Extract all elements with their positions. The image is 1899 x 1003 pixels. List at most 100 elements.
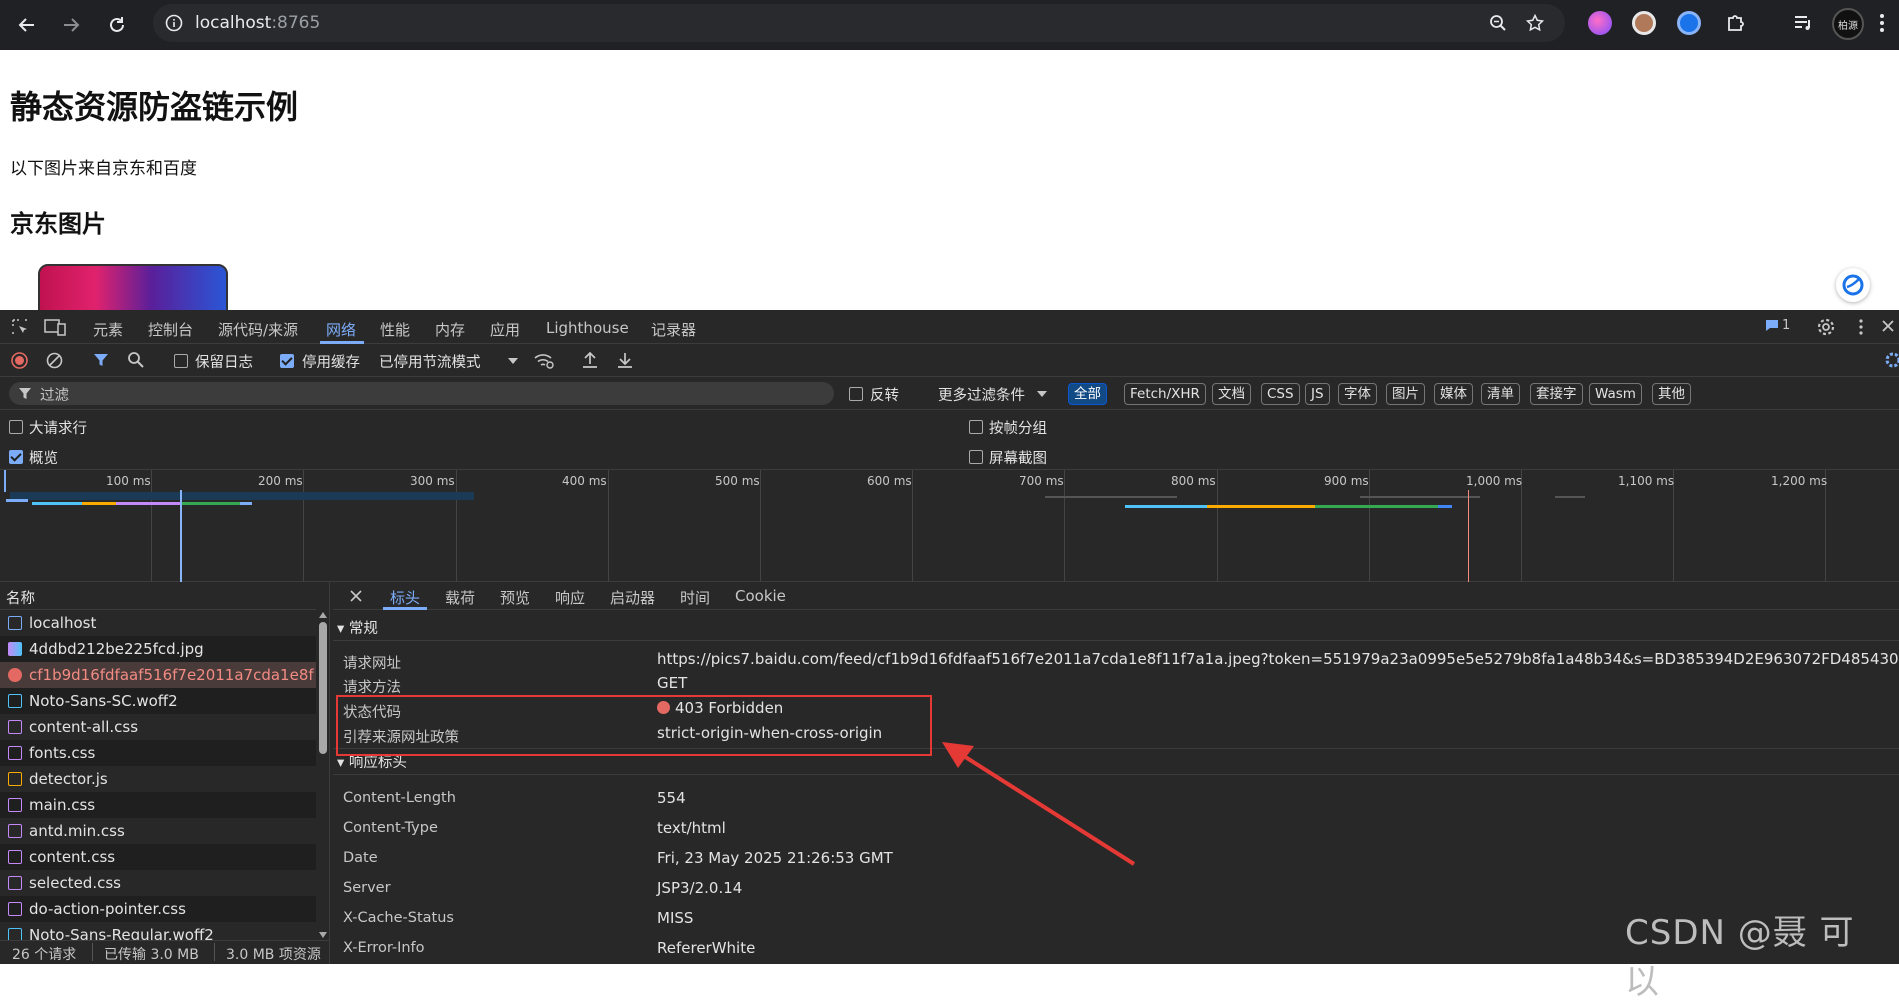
tab-memory[interactable]: 内存 <box>435 319 465 340</box>
forward-button[interactable] <box>56 10 86 40</box>
extension-globe-icon[interactable] <box>1677 11 1701 35</box>
request-list-scrollbar[interactable] <box>318 610 328 940</box>
overview-checkbox[interactable] <box>9 450 23 464</box>
network-conditions-icon[interactable] <box>533 352 555 370</box>
inspect-element-icon[interactable] <box>11 318 29 336</box>
arrow-left-icon <box>18 18 34 32</box>
request-row-error[interactable]: cf1b9d16fdfaaf516f7e2011a7cda1e8f... <box>0 662 316 688</box>
floating-assistant-button[interactable] <box>1836 268 1870 302</box>
back-button[interactable] <box>12 10 42 40</box>
chip-img[interactable]: 图片 <box>1386 383 1425 405</box>
request-row[interactable]: 4ddbd212be225fcd.jpg <box>0 636 316 662</box>
request-row[interactable]: Noto-Sans-Regular.woff2 <box>0 922 316 940</box>
chip-doc[interactable]: 文档 <box>1212 383 1251 405</box>
tab-payload[interactable]: 载荷 <box>445 587 475 608</box>
highlight-box <box>336 695 932 756</box>
address-bar[interactable]: localhost:8765 <box>153 4 1565 42</box>
chip-socket[interactable]: 套接字 <box>1530 383 1583 405</box>
device-toolbar-icon[interactable] <box>44 318 66 336</box>
chip-wasm[interactable]: Wasm <box>1589 383 1642 405</box>
more-filters-dropdown[interactable]: 更多过滤条件 <box>938 384 1025 405</box>
invert-checkbox[interactable] <box>849 387 863 401</box>
chip-font[interactable]: 字体 <box>1338 383 1377 405</box>
tab-initiator[interactable]: 启动器 <box>610 587 655 608</box>
screenshots-checkbox[interactable] <box>969 450 983 464</box>
tab-headers[interactable]: 标头 <box>390 587 420 608</box>
filter-input[interactable]: 过滤 <box>9 382 834 405</box>
font-icon <box>8 694 22 708</box>
url-text[interactable]: localhost:8765 <box>195 13 320 33</box>
record-stop-icon[interactable] <box>11 352 28 369</box>
chip-other[interactable]: 其他 <box>1652 383 1691 405</box>
tab-network[interactable]: 网络 <box>326 319 356 340</box>
zoom-icon[interactable] <box>1489 14 1507 32</box>
download-icon[interactable] <box>617 351 633 369</box>
assistant-icon <box>1842 274 1864 296</box>
tab-console[interactable]: 控制台 <box>148 319 193 340</box>
request-list-header[interactable]: 名称 <box>0 582 316 610</box>
tick-label: 100 ms <box>106 474 151 488</box>
extension-avatar-icon[interactable] <box>1632 11 1656 35</box>
preserve-log-checkbox[interactable] <box>174 354 188 368</box>
network-settings-gear-icon[interactable] <box>1884 351 1899 369</box>
clear-icon[interactable] <box>46 352 63 369</box>
request-row[interactable]: do-action-pointer.css <box>0 896 316 922</box>
chip-media[interactable]: 媒体 <box>1434 383 1473 405</box>
group-by-frame-checkbox[interactable] <box>969 420 983 434</box>
script-icon <box>8 772 22 786</box>
chip-fetch-xhr[interactable]: Fetch/XHR <box>1124 383 1206 405</box>
issues-badge[interactable]: 1 <box>1765 318 1790 333</box>
chip-css[interactable]: CSS <box>1261 383 1300 405</box>
scrollbar-thumb[interactable] <box>319 622 327 754</box>
request-row[interactable]: detector.js <box>0 766 316 792</box>
throttle-select[interactable]: 已停用节流模式 <box>379 351 481 372</box>
tab-timing[interactable]: 时间 <box>680 587 710 608</box>
tab-lighthouse[interactable]: Lighthouse <box>546 319 629 337</box>
tab-performance[interactable]: 性能 <box>380 319 410 340</box>
puzzle-icon[interactable] <box>1725 12 1747 34</box>
request-row[interactable]: Noto-Sans-SC.woff2 <box>0 688 316 714</box>
close-icon[interactable] <box>1881 319 1895 333</box>
chip-manifest[interactable]: 清单 <box>1481 383 1520 405</box>
tab-response[interactable]: 响应 <box>555 587 585 608</box>
reload-button[interactable] <box>102 10 132 40</box>
range-handle[interactable] <box>4 470 6 492</box>
request-row[interactable]: selected.css <box>0 870 316 896</box>
search-icon[interactable] <box>127 351 144 368</box>
filter-icon[interactable] <box>93 352 109 368</box>
request-name: do-action-pointer.css <box>29 900 186 918</box>
profile-avatar[interactable]: 柏源 <box>1832 8 1864 40</box>
chip-all[interactable]: 全部 <box>1068 383 1107 405</box>
request-row[interactable]: localhost <box>0 610 316 636</box>
network-overview-timeline[interactable]: 100 ms 200 ms 300 ms 400 ms 500 ms 600 m… <box>0 470 1899 582</box>
tab-recorder[interactable]: 记录器 <box>651 319 696 340</box>
info-icon[interactable] <box>165 14 183 32</box>
disable-cache-checkbox[interactable] <box>280 354 294 368</box>
scroll-down-icon[interactable] <box>319 932 327 938</box>
tab-elements[interactable]: 元素 <box>93 319 123 340</box>
extension-brain-icon[interactable] <box>1588 11 1612 35</box>
scroll-up-icon[interactable] <box>319 612 327 618</box>
upload-icon[interactable] <box>582 351 598 369</box>
gear-icon[interactable] <box>1817 318 1835 336</box>
large-rows-checkbox[interactable] <box>9 420 23 434</box>
request-row[interactable]: antd.min.css <box>0 818 316 844</box>
tab-preview[interactable]: 预览 <box>500 587 530 608</box>
grid-line <box>151 470 152 582</box>
more-vert-icon[interactable] <box>1878 12 1886 34</box>
more-vert-icon[interactable] <box>1858 318 1864 336</box>
star-icon[interactable] <box>1526 14 1544 32</box>
general-section-header[interactable]: ▾ 常规 <box>337 617 378 638</box>
request-row[interactable]: content.css <box>0 844 316 870</box>
request-row[interactable]: fonts.css <box>0 740 316 766</box>
close-icon[interactable] <box>350 590 362 602</box>
media-control-icon[interactable] <box>1792 12 1814 34</box>
tab-cookies[interactable]: Cookie <box>735 587 786 605</box>
chevron-down-icon[interactable] <box>1037 391 1047 397</box>
chevron-down-icon[interactable] <box>508 358 518 364</box>
tab-application[interactable]: 应用 <box>490 319 520 340</box>
request-row[interactable]: main.css <box>0 792 316 818</box>
tab-sources[interactable]: 源代码/来源 <box>218 319 298 340</box>
chip-js[interactable]: JS <box>1305 383 1330 405</box>
request-row[interactable]: content-all.css <box>0 714 316 740</box>
